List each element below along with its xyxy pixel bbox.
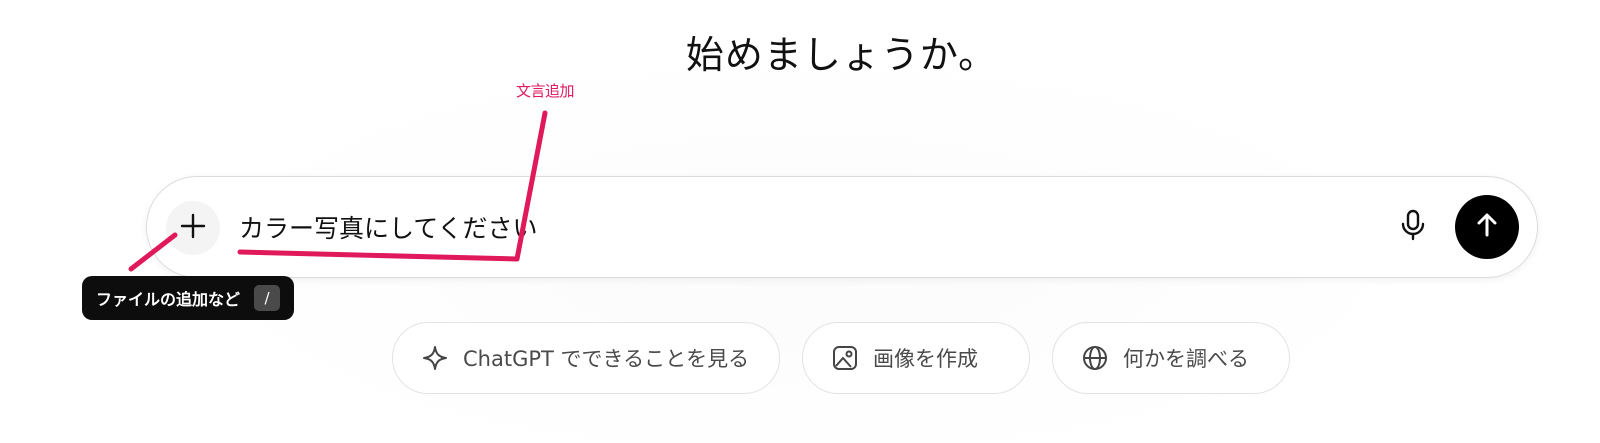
plus-icon (178, 211, 208, 245)
add-files-tooltip: ファイルの追加など / (82, 276, 295, 320)
globe-icon (1081, 344, 1109, 372)
tooltip-label: ファイルの追加など (96, 290, 241, 309)
suggestion-chips: ChatGPT でできることを見る 画像を作成 何かを調べる (0, 322, 1600, 394)
image-icon (831, 344, 859, 372)
microphone-icon (1400, 209, 1426, 245)
composer (146, 176, 1538, 278)
suggestion-label: ChatGPT でできることを見る (463, 347, 750, 371)
voice-input-button[interactable] (1391, 205, 1435, 249)
prompt-input[interactable] (239, 207, 1359, 247)
send-button[interactable] (1455, 195, 1519, 259)
annotation-label: 文言追加 (516, 82, 575, 100)
sparkle-icon (421, 344, 449, 372)
page-title: 始めましょうか。 (685, 33, 998, 77)
suggestion-label: 画像を作成 (873, 347, 978, 371)
suggestion-chip-capabilities[interactable]: ChatGPT でできることを見る (392, 322, 780, 394)
suggestion-chip-create-image[interactable]: 画像を作成 (802, 322, 1030, 394)
suggestion-chip-search[interactable]: 何かを調べる (1052, 322, 1290, 394)
page: 始めましょうか。 カラー写真にしてください ファイルの追加など / ChatGP… (0, 0, 1600, 443)
suggestion-label: 何かを調べる (1123, 347, 1249, 371)
add-attachment-button[interactable] (166, 201, 220, 255)
keyboard-shortcut-badge: / (254, 285, 281, 311)
arrow-up-icon (1473, 211, 1501, 243)
